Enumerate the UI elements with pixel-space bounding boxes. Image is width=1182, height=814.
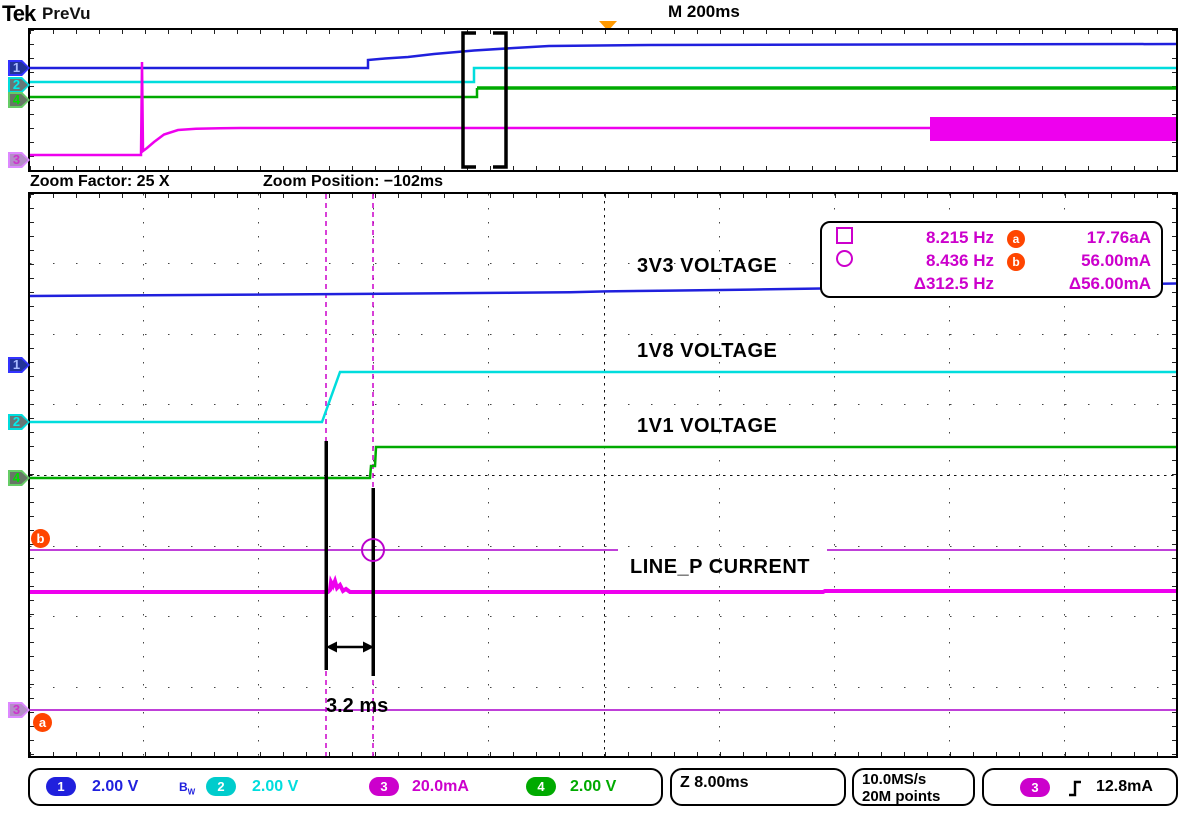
ch3-ground-marker[interactable]: 3 <box>8 702 30 718</box>
cursor1-square-icon <box>836 226 853 249</box>
trace-ch2-1v8 <box>30 370 1176 424</box>
ch4-badge[interactable]: 4 <box>526 777 556 796</box>
trigger-level-readout: 12.8mA <box>1096 778 1153 795</box>
trace-ch4-1v1 <box>30 88 479 99</box>
delta-amplitude: Δ56.00mA <box>1068 273 1151 293</box>
label-1v1-voltage: 1V1 VOLTAGE <box>637 415 778 437</box>
zoom-timebase-readout: Z 8.00ms <box>680 774 749 791</box>
ch3-reference-marker[interactable]: 3 <box>8 152 30 168</box>
trace-ch3-line-p <box>30 574 1176 594</box>
ch3-badge[interactable]: 3 <box>369 777 399 796</box>
cursor2-freq: 8.436 Hz <box>925 250 994 270</box>
oscilloscope-screen: Tek PreVu M 200ms 1 2 4 3 Zoom Factor: 2… <box>0 0 1182 814</box>
overview-window <box>28 28 1178 172</box>
ch4-reference-marker[interactable]: 4 <box>8 92 30 108</box>
trace-ch3-line-p <box>30 61 930 157</box>
ch2-scale-readout[interactable]: 2.00 V <box>252 778 298 796</box>
ch4-ground-marker[interactable]: 4 <box>8 470 30 486</box>
channel-scale-readout-box: 1 2.00 V BW 2 2.00 V 3 20.0mA 4 2.00 V <box>28 768 663 806</box>
trigger-source-badge: 3 <box>1020 778 1050 797</box>
zoom-bracket-left <box>461 31 476 169</box>
ch2-reference-marker[interactable]: 2 <box>8 77 30 93</box>
zoom-bracket-right <box>493 31 508 169</box>
ch2-ground-marker[interactable]: 2 <box>8 414 30 430</box>
trace-ch1-3v3 <box>30 42 1176 70</box>
zoom-factor-readout: Zoom Factor: 25 X <box>30 173 170 190</box>
cursor-b-badge[interactable]: b <box>31 529 50 548</box>
cursor2-circle-icon <box>836 249 853 272</box>
record-length-readout: 20M points <box>862 788 941 805</box>
trace-ch3-noise-band <box>930 117 1176 141</box>
ch1-scale-readout[interactable]: 2.00 V <box>92 778 138 796</box>
sample-rate-readout: 10.0MS/s <box>862 771 927 788</box>
cursor-measurement-box[interactable]: 8.215 Hz a 17.76aA 8.436 Hz b 56.00mA Δ3… <box>820 221 1163 298</box>
delta-freq: Δ312.5 Hz <box>913 273 994 293</box>
label-line-p-current: LINE_P CURRENT <box>630 556 810 578</box>
acquisition-box[interactable]: 10.0MS/s 20M points <box>852 768 975 806</box>
cursor-a-icon: a <box>1007 228 1025 248</box>
trigger-readout-box[interactable]: 3 12.8mA <box>982 768 1178 806</box>
label-3v3-voltage: 3V3 VOLTAGE <box>637 255 778 277</box>
bandwidth-limit-icon: BW <box>179 780 196 797</box>
tek-logo: Tek <box>2 1 36 26</box>
cursor-b-icon: b <box>1007 251 1025 271</box>
cursor-a-amplitude: 17.76aA <box>1086 227 1151 247</box>
label-1v8-voltage: 1V8 VOLTAGE <box>637 340 778 362</box>
acquisition-status: PreVu <box>42 4 91 23</box>
trace-ch4-1v1 <box>30 445 1176 480</box>
zoom-timebase-box[interactable]: Z 8.00ms <box>670 768 846 806</box>
cursor-b-amplitude: 56.00mA <box>1081 250 1151 270</box>
ch1-ground-marker[interactable]: 1 <box>8 357 30 373</box>
ch1-reference-marker[interactable]: 1 <box>8 60 30 76</box>
delta-time-annotation: 3.2 ms <box>326 695 389 717</box>
cursor-a-badge[interactable]: a <box>33 713 52 732</box>
rising-edge-icon <box>1069 780 1081 797</box>
cursor-bar-1 <box>324 441 328 670</box>
ch1-badge[interactable]: 1 <box>46 777 76 796</box>
ch4-scale-readout[interactable]: 2.00 V <box>570 778 616 796</box>
ch3-scale-readout[interactable]: 20.0mA <box>412 778 469 796</box>
overview-traces <box>30 31 1176 169</box>
ch2-badge[interactable]: 2 <box>206 777 236 796</box>
main-timebase-readout[interactable]: M 200ms <box>668 2 740 22</box>
cursor1-freq: 8.215 Hz <box>925 227 994 247</box>
trace-ch2-1v8 <box>30 66 1176 84</box>
zoom-position-readout: Zoom Position: −102ms <box>263 173 444 190</box>
